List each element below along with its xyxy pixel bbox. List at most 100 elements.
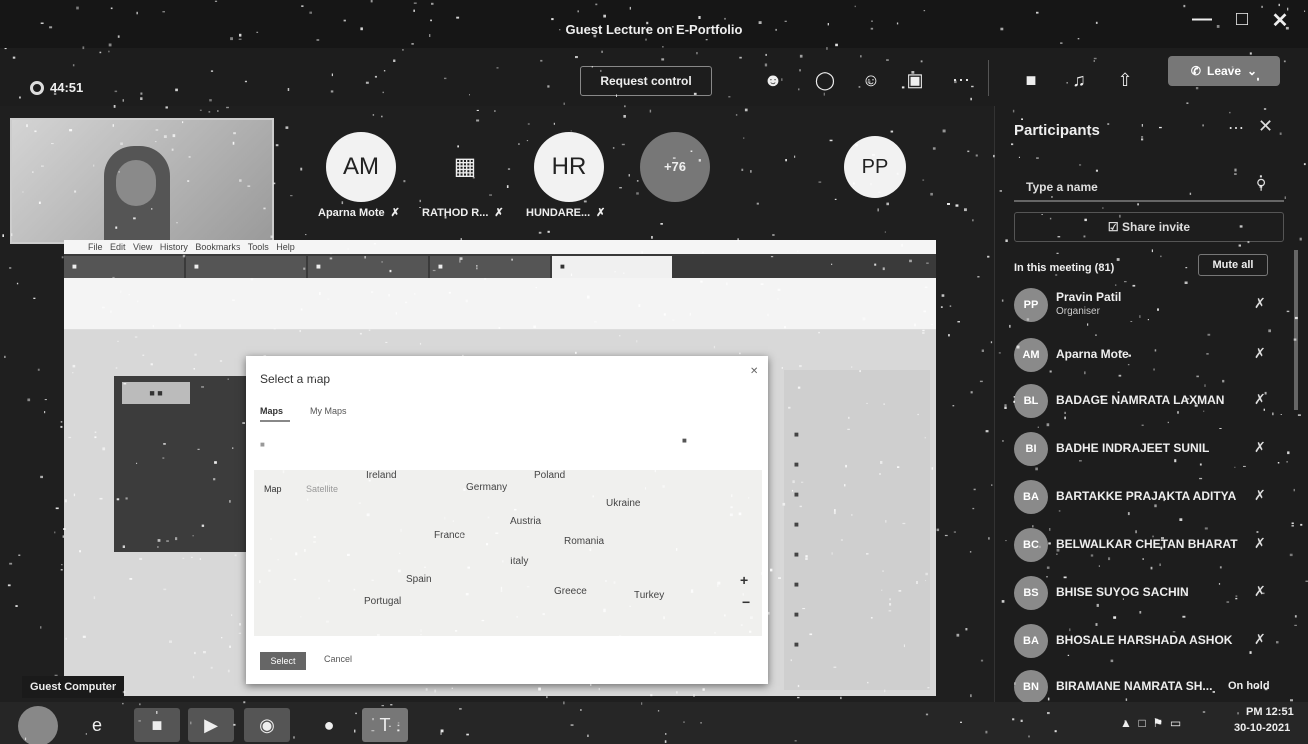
mic-off-icon[interactable]: ✗ <box>1254 487 1266 504</box>
leave-button[interactable]: ✆ Leave ⌄ <box>1168 56 1280 86</box>
avatar: BL <box>1014 384 1048 418</box>
participant-row[interactable]: BS BHISE SUYOG SACHIN ✗ <box>1014 574 1284 614</box>
tile-name: HUNDARE... ✗ <box>526 207 606 219</box>
share-invite-button[interactable]: ☑ Share invite <box>1014 212 1284 242</box>
noise-speck <box>341 201 344 205</box>
clock-date[interactable]: 30-10-2021 <box>1234 722 1290 734</box>
chat-icon[interactable]: ◯ <box>810 66 840 94</box>
noise-speck <box>985 430 989 433</box>
more-participants-badge[interactable]: +76 <box>640 132 710 202</box>
more-icon[interactable]: ⋯ <box>1228 118 1244 138</box>
mic-off-icon[interactable]: ✗ <box>1254 345 1266 362</box>
cancel-button[interactable]: Cancel <box>324 654 352 664</box>
noise-speck <box>476 119 480 122</box>
participant-row[interactable]: BA BHOSALE HARSHADA ASHOK ✗ <box>1014 622 1284 662</box>
map-search-input[interactable]: ■ <box>260 440 265 449</box>
participant-name: BHISE SUYOG SACHIN <box>1056 585 1189 599</box>
noise-speck <box>583 200 587 203</box>
panel-item[interactable]: ■ <box>794 580 799 589</box>
participant-search-input[interactable]: Type a name <box>1014 172 1284 202</box>
more-icon[interactable]: ⋯ <box>946 66 976 94</box>
browser-tab[interactable]: ■ <box>430 256 550 278</box>
in-meeting-header[interactable]: In this meeting (81) <box>1014 262 1114 274</box>
participant-row[interactable]: BA BARTAKKE PRAJAKTA ADITYA ✗ <box>1014 478 1284 518</box>
tab-my-maps[interactable]: My Maps <box>310 406 347 416</box>
mic-icon[interactable]: ♫ <box>1064 66 1094 94</box>
mic-off-icon[interactable]: ✗ <box>1254 391 1266 408</box>
panel-item[interactable]: ■ <box>794 550 799 559</box>
zoom-out-button[interactable]: − <box>742 594 750 610</box>
country-label: Germany <box>466 482 508 493</box>
country-label: Portugal <box>364 596 402 607</box>
clock-time[interactable]: PM 12:51 <box>1246 706 1294 718</box>
panel-item[interactable]: ■ <box>794 430 799 439</box>
panel-item[interactable]: ■ <box>794 640 799 649</box>
panel-item[interactable]: ■ <box>794 520 799 529</box>
mic-off-icon: ✗ <box>596 207 606 219</box>
avatar[interactable]: PP <box>844 136 906 198</box>
panel-item[interactable]: ■ <box>794 610 799 619</box>
tab-maps[interactable]: Maps <box>260 406 283 416</box>
firefox-icon[interactable]: ● <box>306 708 352 742</box>
browser-tab[interactable]: ■ <box>308 256 428 278</box>
noise-speck <box>949 305 952 307</box>
teams-icon[interactable]: T <box>362 708 408 742</box>
noise-speck <box>884 231 886 233</box>
panel-item[interactable]: ■ <box>794 490 799 499</box>
close-icon[interactable]: ✕ <box>750 366 758 377</box>
browser-tab[interactable]: ■ <box>186 256 306 278</box>
participant-row[interactable]: BC BELWALKAR CHETAN BHARAT ✗ <box>1014 526 1284 566</box>
noise-speck <box>991 484 993 486</box>
satellite-tab[interactable]: Satellite <box>306 484 338 494</box>
participant-row[interactable]: BL BADAGE NAMRATA LAXMAN ✗ <box>1014 382 1284 422</box>
add-button[interactable]: ■ ■ <box>122 382 190 404</box>
mute-all-button[interactable]: Mute all <box>1198 254 1268 276</box>
share-icon[interactable]: ⇧ <box>1110 66 1140 94</box>
reactions-icon[interactable]: ☺ <box>856 66 886 94</box>
browser-tab[interactable]: ■ <box>64 256 184 278</box>
people-icon[interactable]: ☻ <box>758 66 788 94</box>
close-icon[interactable]: ✕ <box>1258 116 1273 137</box>
media-player-icon[interactable]: ▶ <box>188 708 234 742</box>
map-view[interactable]: Map Satellite Ireland Poland Germany Ukr… <box>254 470 762 636</box>
avatar[interactable]: ▦ <box>430 132 500 202</box>
minimize-icon[interactable]: — <box>1188 8 1216 34</box>
rooms-icon[interactable]: ▣ <box>900 66 930 94</box>
mic-off-icon[interactable]: ✗ <box>1254 631 1266 648</box>
map-tab[interactable]: Map <box>264 484 282 494</box>
zoom-in-button[interactable]: + <box>740 572 748 588</box>
noise-speck <box>44 411 46 414</box>
participant-row[interactable]: BI BADHE INDRAJEET SUNIL ✗ <box>1014 430 1284 470</box>
camera-icon[interactable]: ■ <box>1016 66 1046 94</box>
noise-speck <box>990 341 993 344</box>
panel-item[interactable]: ■ <box>794 460 799 469</box>
noise-speck <box>941 294 945 297</box>
avatar[interactable]: HR <box>534 132 604 202</box>
side-panel: ■ ■ ■ ■ ■ ■ ■ ■ <box>784 370 930 690</box>
select-button[interactable]: Select <box>260 652 306 670</box>
participant-row[interactable]: AM Aparna Mote ✗ <box>1014 336 1284 376</box>
self-video-tile[interactable] <box>10 118 274 244</box>
chrome-icon[interactable]: ◉ <box>244 708 290 742</box>
participants-scrollbar[interactable] <box>1294 250 1298 410</box>
noise-speck <box>546 696 548 699</box>
maximize-icon[interactable]: □ <box>1228 8 1256 34</box>
coordinates-link[interactable]: ■ <box>682 436 687 445</box>
search-icon[interactable]: ⚲ <box>1256 176 1266 193</box>
mic-off-icon[interactable]: ✗ <box>1254 439 1266 456</box>
ie-icon[interactable]: e <box>74 708 120 742</box>
browser-tab[interactable]: ■ <box>552 256 672 278</box>
mic-off-icon[interactable]: ✗ <box>1254 583 1266 600</box>
close-icon[interactable]: ✕ <box>1266 8 1294 34</box>
system-tray[interactable]: ▲ □ ⚑ ▭ <box>1120 716 1181 730</box>
avatar[interactable]: AM <box>326 132 396 202</box>
request-control-button[interactable]: Request control <box>580 66 712 96</box>
mic-off-icon[interactable]: ✗ <box>1254 535 1266 552</box>
browser-address-bar[interactable] <box>64 278 936 306</box>
start-button[interactable] <box>18 706 58 744</box>
participant-row[interactable]: PP Pravin Patil Organiser ✗ <box>1014 286 1284 326</box>
avatar: BN <box>1014 670 1048 704</box>
folder-icon[interactable]: ■ <box>134 708 180 742</box>
mic-off-icon[interactable]: ✗ <box>1254 295 1266 312</box>
noise-speck <box>226 106 229 109</box>
